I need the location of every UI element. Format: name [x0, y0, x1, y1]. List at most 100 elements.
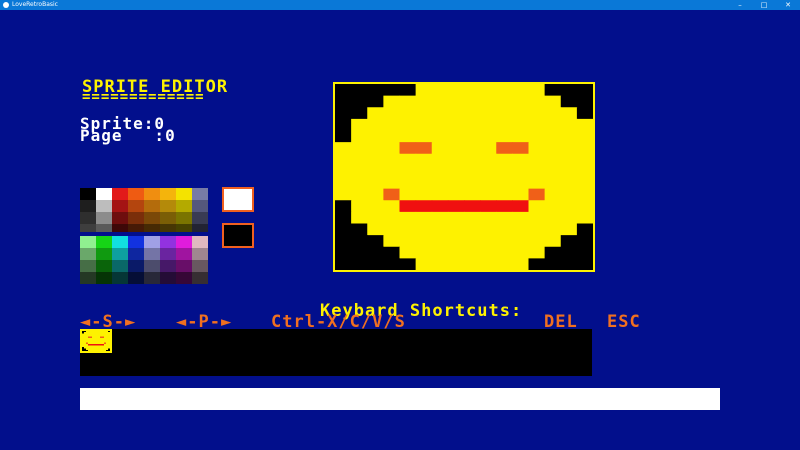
canvas-pixel[interactable]	[496, 95, 513, 108]
canvas-pixel[interactable]	[415, 142, 433, 155]
canvas-pixel[interactable]	[367, 223, 384, 236]
canvas-pixel[interactable]	[496, 258, 513, 270]
palette-swatch[interactable]	[176, 212, 192, 224]
minimize-button[interactable]: –	[728, 0, 752, 10]
canvas-pixel[interactable]	[480, 211, 497, 225]
canvas-pixel[interactable]	[351, 84, 368, 97]
canvas-pixel[interactable]	[544, 142, 562, 155]
canvas-pixel[interactable]	[399, 165, 417, 178]
canvas-pixel[interactable]	[335, 165, 352, 178]
canvas-pixel[interactable]	[528, 107, 546, 120]
canvas-pixel[interactable]	[351, 130, 368, 143]
canvas-pixel[interactable]	[576, 142, 593, 155]
canvas-pixel[interactable]	[480, 246, 497, 259]
canvas-pixel[interactable]	[528, 246, 546, 259]
canvas-pixel[interactable]	[480, 235, 497, 248]
canvas-pixel[interactable]	[576, 223, 593, 236]
palette-swatch[interactable]	[144, 260, 160, 272]
canvas-pixel[interactable]	[528, 211, 546, 225]
canvas-pixel[interactable]	[415, 84, 433, 97]
palette-swatch[interactable]	[192, 272, 208, 284]
canvas-pixel[interactable]	[480, 142, 497, 155]
canvas-pixel[interactable]	[415, 211, 433, 225]
palette-swatch[interactable]	[112, 200, 128, 212]
palette-swatch[interactable]	[144, 272, 160, 284]
palette-swatch[interactable]	[128, 188, 144, 200]
canvas-pixel[interactable]	[544, 95, 562, 108]
canvas-pixel[interactable]	[367, 142, 384, 155]
canvas-pixel[interactable]	[560, 223, 578, 236]
palette-swatch[interactable]	[160, 272, 176, 284]
command-input[interactable]	[80, 388, 720, 410]
canvas-pixel[interactable]	[431, 95, 449, 108]
canvas-pixel[interactable]	[512, 84, 530, 97]
canvas-pixel[interactable]	[544, 211, 562, 225]
canvas-pixel[interactable]	[576, 118, 593, 132]
canvas-pixel[interactable]	[335, 223, 352, 236]
canvas-pixel[interactable]	[560, 246, 578, 259]
canvas-pixel[interactable]	[335, 246, 352, 259]
canvas-pixel[interactable]	[512, 153, 530, 166]
canvas-pixel[interactable]	[464, 165, 481, 178]
palette-swatch[interactable]	[80, 236, 96, 248]
sprite-canvas[interactable]	[333, 82, 595, 272]
canvas-pixel[interactable]	[528, 84, 546, 97]
canvas-pixel[interactable]	[576, 165, 593, 178]
canvas-pixel[interactable]	[431, 165, 449, 178]
canvas-pixel[interactable]	[415, 188, 433, 201]
canvas-pixel[interactable]	[335, 177, 352, 190]
canvas-pixel[interactable]	[383, 200, 401, 213]
palette-swatch[interactable]	[192, 188, 208, 200]
canvas-pixel[interactable]	[351, 165, 368, 178]
canvas-pixel[interactable]	[576, 211, 593, 225]
canvas-pixel[interactable]	[512, 165, 530, 178]
canvas-pixel[interactable]	[383, 211, 401, 225]
canvas-pixel[interactable]	[496, 211, 513, 225]
canvas-pixel[interactable]	[367, 165, 384, 178]
canvas-pixel[interactable]	[351, 223, 368, 236]
palette-swatch[interactable]	[128, 248, 144, 260]
canvas-pixel[interactable]	[447, 95, 465, 108]
canvas-pixel[interactable]	[480, 118, 497, 132]
palette-swatch[interactable]	[144, 236, 160, 248]
palette-swatch[interactable]	[176, 260, 192, 272]
canvas-pixel[interactable]	[544, 107, 562, 120]
canvas-pixel[interactable]	[335, 188, 352, 201]
palette-swatch[interactable]	[144, 200, 160, 212]
palette-swatch[interactable]	[192, 236, 208, 248]
canvas-pixel[interactable]	[399, 235, 417, 248]
canvas-pixel[interactable]	[464, 223, 481, 236]
palette-swatch[interactable]	[128, 272, 144, 284]
canvas-pixel[interactable]	[512, 188, 530, 201]
palette-swatch[interactable]	[160, 248, 176, 260]
palette-swatch[interactable]	[160, 188, 176, 200]
canvas-pixel[interactable]	[512, 177, 530, 190]
canvas-pixel[interactable]	[383, 258, 401, 270]
canvas-pixel[interactable]	[447, 107, 465, 120]
canvas-pixel[interactable]	[447, 235, 465, 248]
palette-swatch[interactable]	[80, 188, 96, 200]
palette-swatch[interactable]	[144, 188, 160, 200]
canvas-pixel[interactable]	[415, 165, 433, 178]
canvas-pixel[interactable]	[447, 84, 465, 97]
canvas-pixel[interactable]	[447, 177, 465, 190]
canvas-pixel[interactable]	[415, 107, 433, 120]
canvas-pixel[interactable]	[399, 153, 417, 166]
canvas-pixel[interactable]	[480, 153, 497, 166]
canvas-pixel[interactable]	[431, 130, 449, 143]
palette-swatch[interactable]	[192, 212, 208, 224]
palette-swatch[interactable]	[192, 248, 208, 260]
canvas-pixel[interactable]	[464, 118, 481, 132]
canvas-pixel[interactable]	[560, 130, 578, 143]
canvas-pixel[interactable]	[351, 177, 368, 190]
canvas-pixel[interactable]	[576, 200, 593, 213]
palette-swatch[interactable]	[160, 212, 176, 224]
canvas-pixel[interactable]	[560, 142, 578, 155]
canvas-pixel[interactable]	[496, 130, 513, 143]
palette-swatch[interactable]	[192, 200, 208, 212]
canvas-pixel[interactable]	[464, 211, 481, 225]
palette-swatch[interactable]	[128, 200, 144, 212]
palette-swatch[interactable]	[112, 236, 128, 248]
canvas-pixel[interactable]	[383, 107, 401, 120]
canvas-pixel[interactable]	[496, 107, 513, 120]
